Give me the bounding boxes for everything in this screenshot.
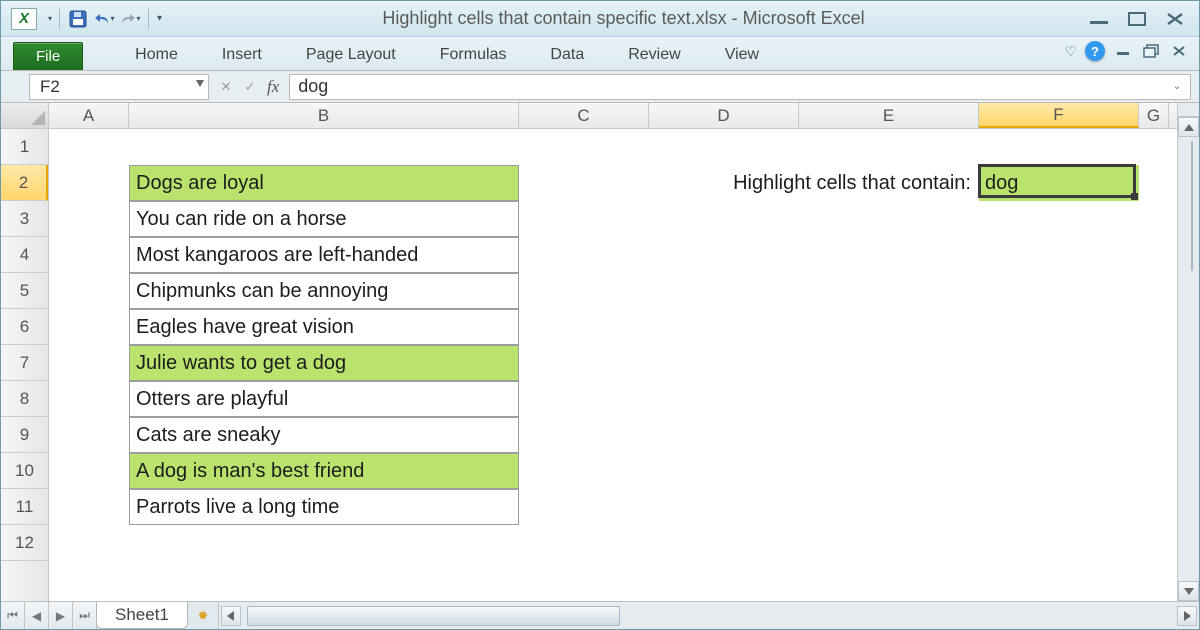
help-button[interactable]: ? bbox=[1085, 41, 1105, 61]
cell-B5[interactable]: Chipmunks can be annoying bbox=[129, 273, 519, 309]
row-header-7[interactable]: 7 bbox=[1, 345, 48, 381]
row-header-3[interactable]: 3 bbox=[1, 201, 48, 237]
column-header-C[interactable]: C bbox=[519, 103, 649, 128]
redo-button[interactable]: ▾ bbox=[119, 8, 141, 30]
close-button[interactable] bbox=[1161, 10, 1189, 28]
hscroll-track[interactable] bbox=[243, 606, 1175, 626]
sheet-nav-prev[interactable]: ◀ bbox=[25, 602, 49, 629]
name-box-value: F2 bbox=[40, 77, 60, 97]
ribbon-tab-view[interactable]: View bbox=[703, 40, 781, 70]
ribbon-tab-home[interactable]: Home bbox=[113, 40, 200, 70]
cell-E2-label[interactable]: Highlight cells that contain: bbox=[519, 165, 979, 201]
titlebar: X ▾ ▾ ▾ ▾ Highlight cells that contain s… bbox=[1, 1, 1199, 37]
ribbon-tab-data[interactable]: Data bbox=[528, 40, 606, 70]
name-box[interactable]: F2 bbox=[29, 74, 209, 100]
cell-B3[interactable]: You can ride on a horse bbox=[129, 201, 519, 237]
formula-bar-value: dog bbox=[298, 76, 328, 97]
ribbon-tab-bar: File HomeInsertPage LayoutFormulasDataRe… bbox=[1, 37, 1199, 71]
cell-B2[interactable]: Dogs are loyal bbox=[129, 165, 519, 201]
maximize-button[interactable] bbox=[1123, 10, 1151, 28]
scroll-up-button[interactable] bbox=[1178, 117, 1199, 137]
scroll-right-button[interactable] bbox=[1177, 606, 1197, 626]
window-title: Highlight cells that contain specific te… bbox=[162, 8, 1085, 29]
column-header-row: ABCDEFG bbox=[1, 103, 1199, 129]
ribbon-minimize-icon[interactable]: ♡ bbox=[1064, 43, 1077, 60]
new-sheet-button[interactable]: ✸ bbox=[188, 602, 218, 629]
row-header-10[interactable]: 10 bbox=[1, 453, 48, 489]
formula-bar[interactable]: dog ⌄ bbox=[289, 74, 1191, 100]
ribbon-tab-formulas[interactable]: Formulas bbox=[418, 40, 529, 70]
formula-bar-expand-icon[interactable]: ⌄ bbox=[1168, 78, 1186, 96]
workbook-close-button[interactable] bbox=[1169, 42, 1189, 60]
ribbon-tab-page-layout[interactable]: Page Layout bbox=[284, 40, 418, 70]
worksheet-area: ABCDEFG 123456789101112 Dogs are loyalYo… bbox=[1, 103, 1199, 601]
cell-B10[interactable]: A dog is man's best friend bbox=[129, 453, 519, 489]
cell-B11[interactable]: Parrots live a long time bbox=[129, 489, 519, 525]
formula-bar-row: F2 ✕ ✓ fx dog ⌄ bbox=[1, 71, 1199, 103]
scroll-down-button[interactable] bbox=[1178, 581, 1199, 601]
quick-access-toolbar: X ▾ ▾ ▾ ▾ bbox=[11, 8, 162, 30]
excel-app-icon[interactable]: X bbox=[11, 8, 37, 30]
app-window: X ▾ ▾ ▾ ▾ Highlight cells that contain s… bbox=[0, 0, 1200, 630]
insert-function-button[interactable]: fx bbox=[267, 77, 279, 97]
select-all-button[interactable] bbox=[1, 103, 49, 128]
row-header-9[interactable]: 9 bbox=[1, 417, 48, 453]
window-controls bbox=[1085, 10, 1189, 28]
column-header-F[interactable]: F bbox=[979, 103, 1139, 128]
column-header-G[interactable]: G bbox=[1139, 103, 1169, 128]
name-box-dropdown-icon[interactable] bbox=[196, 80, 204, 87]
scroll-left-button[interactable] bbox=[221, 606, 241, 626]
cell-B6[interactable]: Eagles have great vision bbox=[129, 309, 519, 345]
minimize-button[interactable] bbox=[1085, 10, 1113, 28]
cell-B8[interactable]: Otters are playful bbox=[129, 381, 519, 417]
hscroll-thumb[interactable] bbox=[247, 606, 620, 626]
sheet-tab-bar: ⏮ ◀ ▶ ⏭ Sheet1 ✸ bbox=[1, 601, 1199, 629]
cell-B4[interactable]: Most kangaroos are left-handed bbox=[129, 237, 519, 273]
vscroll-thumb[interactable] bbox=[1191, 141, 1193, 271]
cell-B9[interactable]: Cats are sneaky bbox=[129, 417, 519, 453]
vertical-scrollbar[interactable] bbox=[1177, 103, 1199, 601]
row-header-column: 123456789101112 bbox=[1, 129, 49, 601]
cell-F2[interactable]: dog bbox=[979, 165, 1139, 201]
workbook-restore-button[interactable] bbox=[1141, 42, 1161, 60]
ribbon-tab-review[interactable]: Review bbox=[606, 40, 702, 70]
sheet-nav-first[interactable]: ⏮ bbox=[1, 602, 25, 629]
undo-button[interactable]: ▾ bbox=[93, 8, 115, 30]
cells-canvas[interactable]: Dogs are loyalYou can ride on a horseMos… bbox=[49, 129, 1199, 601]
column-header-A[interactable]: A bbox=[49, 103, 129, 128]
sheet-nav-next[interactable]: ▶ bbox=[49, 602, 73, 629]
workbook-minimize-button[interactable] bbox=[1113, 42, 1133, 60]
row-header-5[interactable]: 5 bbox=[1, 273, 48, 309]
sheet-tab-sheet1[interactable]: Sheet1 bbox=[96, 602, 188, 629]
save-button[interactable] bbox=[67, 8, 89, 30]
row-header-4[interactable]: 4 bbox=[1, 237, 48, 273]
row-header-2[interactable]: 2 bbox=[1, 165, 48, 201]
column-header-E[interactable]: E bbox=[799, 103, 979, 128]
column-header-B[interactable]: B bbox=[129, 103, 519, 128]
split-handle[interactable] bbox=[1178, 103, 1199, 117]
cancel-edit-button: ✕ bbox=[215, 76, 237, 98]
column-header-D[interactable]: D bbox=[649, 103, 799, 128]
file-tab[interactable]: File bbox=[13, 42, 83, 70]
row-header-11[interactable]: 11 bbox=[1, 489, 48, 525]
cell-B7[interactable]: Julie wants to get a dog bbox=[129, 345, 519, 381]
horizontal-scrollbar[interactable] bbox=[218, 602, 1199, 629]
row-header-12[interactable]: 12 bbox=[1, 525, 48, 561]
ribbon-tab-insert[interactable]: Insert bbox=[200, 40, 284, 70]
row-header-6[interactable]: 6 bbox=[1, 309, 48, 345]
sheet-nav-last[interactable]: ⏭ bbox=[73, 602, 97, 629]
row-header-8[interactable]: 8 bbox=[1, 381, 48, 417]
row-header-1[interactable]: 1 bbox=[1, 129, 48, 165]
confirm-edit-button: ✓ bbox=[239, 76, 261, 98]
control-menu-icon[interactable]: ▾ bbox=[48, 14, 52, 23]
